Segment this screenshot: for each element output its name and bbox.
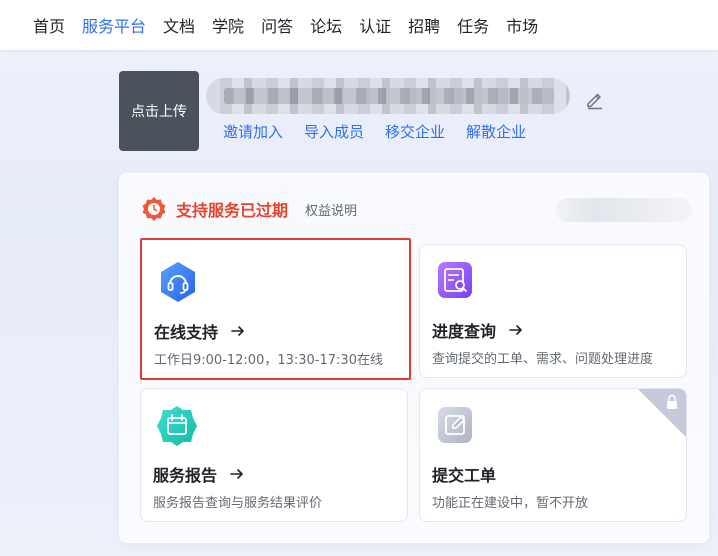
rights-description-link[interactable]: 权益说明: [305, 200, 357, 219]
headset-icon: [161, 262, 195, 302]
nav-item-home[interactable]: 首页: [33, 13, 65, 37]
service-report-desc: 服务报告查询与服务结果评价: [153, 496, 323, 511]
expired-clock-icon: [142, 197, 166, 221]
import-members-link[interactable]: 导入成员: [304, 121, 364, 142]
nav-item-docs[interactable]: 文档: [163, 13, 195, 37]
company-name-blurred: [206, 78, 570, 114]
avatar-upload-button[interactable]: 点击上传: [119, 71, 199, 151]
submit-ticket-desc: 功能正在建设中，暂不开放: [432, 496, 589, 511]
progress-query-desc: 查询提交的工单、需求、问题处理进度: [432, 352, 654, 367]
support-status-row: 支持服务已过期 权益说明: [141, 196, 357, 222]
nav-item-market[interactable]: 市场: [506, 13, 538, 37]
avatar-upload-label: 点击上传: [131, 104, 187, 120]
progress-query-card[interactable]: 进度查询 查询提交的工单、需求、问题处理进度: [419, 244, 687, 378]
arrow-right-icon: [231, 326, 244, 336]
pencil-icon[interactable]: [584, 88, 606, 110]
online-support-desc: 工作日9:00-12:00，13:30-17:30在线: [154, 353, 383, 368]
support-status-text: 支持服务已过期: [176, 201, 289, 220]
online-support-title: 在线支持: [154, 319, 246, 343]
arrow-right-icon: [230, 469, 243, 479]
calendar-report-icon: [157, 406, 197, 446]
nav-item-forum[interactable]: 论坛: [310, 13, 342, 37]
top-nav: 首页 服务平台 文档 学院 问答 论坛 认证 招聘 任务 市场: [0, 0, 718, 50]
invite-join-link[interactable]: 邀请加入: [223, 121, 283, 142]
edit-icon: [438, 407, 472, 443]
blurred-info: [556, 198, 692, 222]
transfer-company-link[interactable]: 移交企业: [385, 121, 445, 142]
nav-item-tasks[interactable]: 任务: [457, 13, 489, 37]
lock-corner-badge: [638, 389, 686, 437]
online-support-card[interactable]: 在线支持 工作日9:00-12:00，13:30-17:30在线: [140, 238, 411, 380]
submit-ticket-card[interactable]: 提交工单 功能正在建设中，暂不开放: [419, 388, 687, 522]
nav-item-academy[interactable]: 学院: [212, 13, 244, 37]
submit-ticket-title: 提交工单: [432, 466, 497, 485]
service-report-card[interactable]: 服务报告 服务报告查询与服务结果评价: [140, 388, 408, 522]
arrow-right-icon: [509, 325, 522, 335]
progress-query-title: 进度查询: [432, 318, 524, 342]
nav-item-jobs[interactable]: 招聘: [408, 13, 440, 37]
nav-item-certification[interactable]: 认证: [359, 13, 391, 37]
company-name-redaction: [224, 88, 554, 104]
service-report-title: 服务报告: [153, 462, 245, 486]
nav-item-qa[interactable]: 问答: [261, 13, 293, 37]
nav-item-service-platform[interactable]: 服务平台: [82, 13, 146, 37]
company-actions: 邀请加入 导入成员 移交企业 解散企业: [223, 121, 547, 142]
document-search-icon: [438, 262, 472, 298]
dissolve-company-link[interactable]: 解散企业: [466, 121, 526, 142]
